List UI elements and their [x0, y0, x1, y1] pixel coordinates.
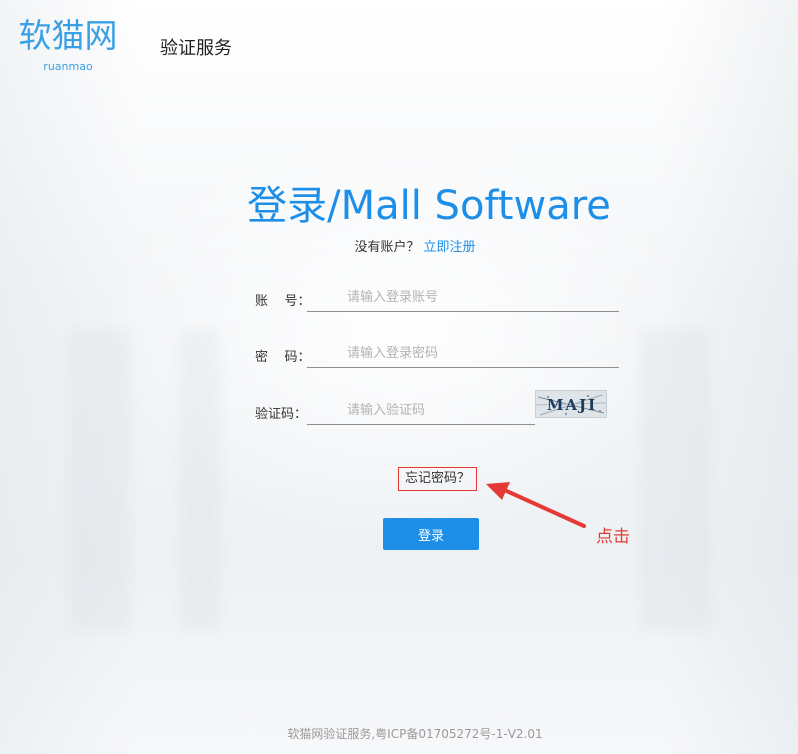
no-account-text: 没有账户？ — [354, 240, 420, 255]
register-link[interactable]: 立即注册 — [424, 240, 476, 255]
password-label: 密 码： — [255, 350, 311, 365]
site-logo[interactable]: 软猫网 ruanmao — [16, 16, 120, 74]
captcha-image[interactable]: MAJI — [535, 390, 607, 418]
account-label: 账 号： — [255, 294, 311, 309]
background-decoration — [70, 330, 130, 630]
service-title: 验证服务 — [160, 38, 232, 59]
forgot-password-link[interactable]: 忘记密码？ — [398, 467, 478, 491]
captcha-label: 验证码： — [255, 407, 308, 422]
captcha-input[interactable] — [307, 397, 535, 425]
footer-text: 软猫网验证服务,粤ICP备01705272号-1-V2.01 — [287, 727, 543, 741]
captcha-text: MAJI — [546, 396, 598, 414]
annotation-text: 点击 — [596, 527, 630, 547]
password-input[interactable] — [307, 340, 619, 368]
account-input[interactable] — [307, 284, 619, 312]
logo-text: 软猫网 — [18, 16, 118, 55]
background-decoration — [640, 330, 710, 630]
background-decoration — [180, 330, 220, 630]
annotation-arrow-icon — [486, 482, 586, 528]
login-title: 登录/Mall Software — [247, 183, 611, 229]
logo-subtitle: ruanmao — [43, 60, 93, 73]
login-button[interactable]: 登录 — [383, 518, 479, 550]
register-prompt: 没有账户？ 立即注册 — [0, 236, 798, 255]
